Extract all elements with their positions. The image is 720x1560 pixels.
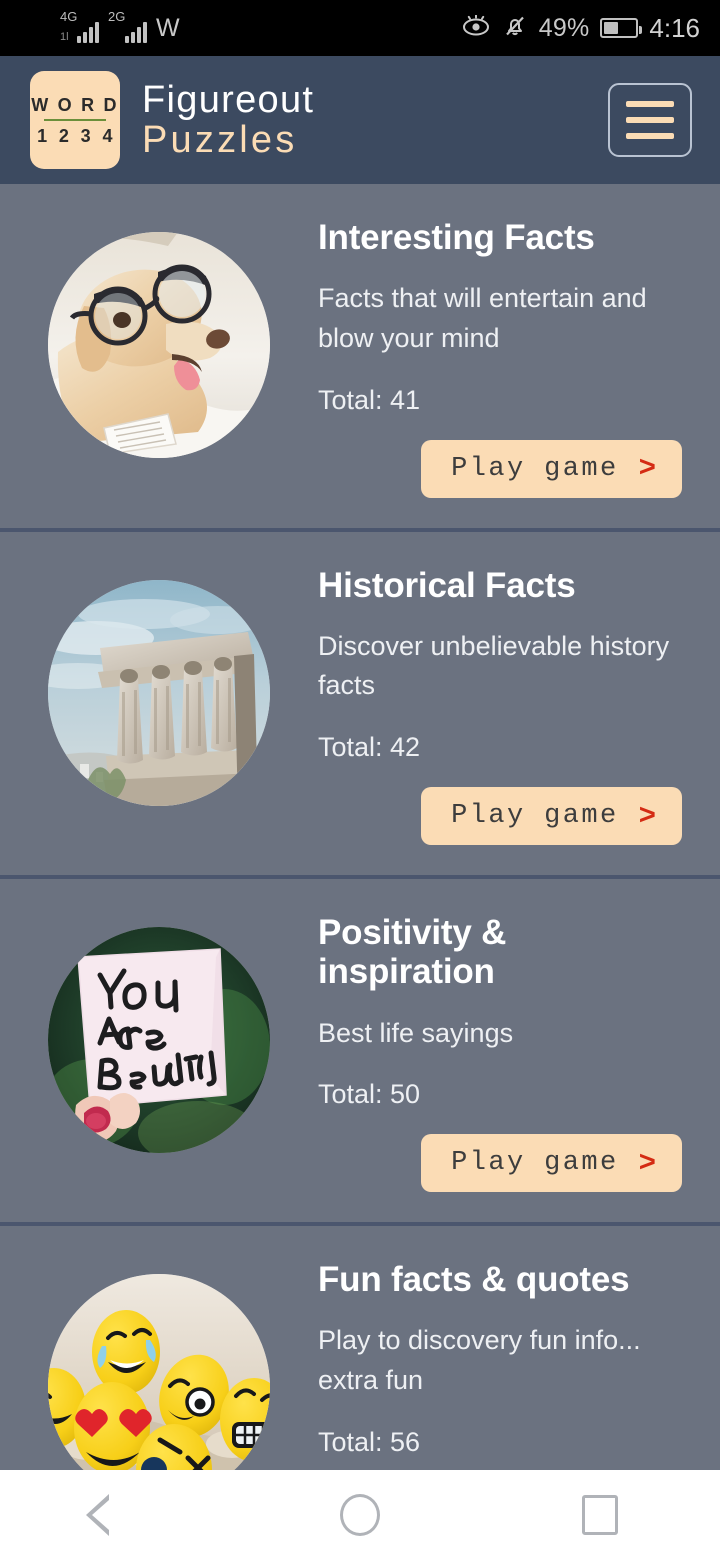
card-thumbnail-wrap <box>0 184 318 506</box>
status-bar-right: 49% 4:16 <box>461 13 704 44</box>
card-title: Interesting Facts <box>318 218 595 257</box>
card-thumbnail-wrap <box>0 532 318 854</box>
card-total: Total: 42 <box>318 732 421 763</box>
signal-4g-bars <box>77 22 99 43</box>
menu-icon[interactable] <box>608 83 692 157</box>
wifi-indicator: W <box>156 14 180 42</box>
card-description: Play to discovery fun info... extra fun <box>318 1325 641 1396</box>
signal-2g-label: 2G <box>108 9 126 24</box>
card-description: Facts that will entertain and blow your … <box>318 283 647 353</box>
logo-word-text: W O R D <box>31 94 119 115</box>
battery-icon <box>600 18 643 38</box>
app-title: Figureout Puzzles <box>142 81 314 159</box>
card-description: Discover unbelievable history facts <box>318 630 670 701</box>
list-item[interactable]: Interesting Facts Facts that will entert… <box>0 184 720 532</box>
status-bar-left: 4G 1l 2G W <box>16 9 180 43</box>
card-title: Positivity & inspiration <box>318 913 507 992</box>
card-action-row: Play game > <box>318 787 682 846</box>
card-content: Interesting Facts Facts that will entert… <box>318 184 720 528</box>
app-logo: W O R D 1 2 3 4 <box>30 71 120 169</box>
notifications-muted-icon <box>502 13 528 44</box>
app-header: W O R D 1 2 3 4 Figureout Puzzles <box>0 56 720 184</box>
card-image-interesting-facts <box>48 232 270 458</box>
list-item[interactable]: Positivity & inspiration Best life sayin… <box>0 879 720 1227</box>
app-title-line2: Puzzles <box>142 119 298 161</box>
play-game-label: Play game <box>451 801 619 832</box>
play-game-button[interactable]: Play game > <box>421 439 682 498</box>
signal-4g-label: 4G <box>60 9 78 24</box>
back-icon[interactable] <box>60 1470 180 1560</box>
android-nav-bar <box>0 1470 720 1560</box>
signal-2g-icon: 2G <box>108 9 147 43</box>
card-total: Total: 50 <box>318 1079 421 1110</box>
card-title: Fun facts & quotes <box>318 1260 630 1300</box>
play-game-label: Play game <box>451 453 619 484</box>
card-image-fun-facts <box>48 1274 270 1501</box>
eye-comfort-icon <box>461 14 491 42</box>
card-action-row: Play game > <box>318 439 682 498</box>
chevron-right-icon: > <box>638 452 656 486</box>
chevron-right-icon: > <box>638 1146 656 1180</box>
chevron-right-icon: > <box>638 799 656 833</box>
phone-screen: 4G 1l 2G W 49% 4:16 W O R D 1 2 3 4 Figu… <box>0 0 720 1560</box>
play-game-label: Play game <box>451 1148 619 1179</box>
logo-divider <box>44 118 106 121</box>
battery-percent-label: 49% <box>538 13 590 42</box>
card-action-row: Play game > <box>318 1134 682 1193</box>
card-content: Positivity & inspiration Best life sayin… <box>318 879 720 1222</box>
play-game-button[interactable]: Play game > <box>421 787 682 846</box>
card-total: Total: 41 <box>318 384 421 415</box>
recents-icon[interactable] <box>540 1470 660 1560</box>
app-title-line1: Figureout <box>142 79 315 121</box>
card-total: Total: 56 <box>318 1426 421 1457</box>
list-item[interactable]: Historical Facts Discover unbelievable h… <box>0 532 720 880</box>
category-list: Interesting Facts Facts that will entert… <box>0 184 720 1560</box>
play-game-button[interactable]: Play game > <box>421 1134 682 1193</box>
card-image-positivity <box>48 927 270 1154</box>
card-description: Best life sayings <box>318 1017 514 1048</box>
status-bar: 4G 1l 2G W 49% 4:16 <box>0 0 720 56</box>
card-content: Historical Facts Discover unbelievable h… <box>318 532 720 876</box>
card-image-historical-facts <box>48 579 270 806</box>
clock-label: 4:16 <box>649 12 700 43</box>
signal-2g-bars <box>125 22 147 43</box>
signal-4g-sub: 1l <box>60 31 69 43</box>
signal-4g-icon: 4G 1l <box>60 9 99 43</box>
home-icon[interactable] <box>300 1470 420 1560</box>
logo-numbers-text: 1 2 3 4 <box>37 125 116 146</box>
card-title: Historical Facts <box>318 565 576 605</box>
card-thumbnail-wrap <box>0 879 318 1201</box>
